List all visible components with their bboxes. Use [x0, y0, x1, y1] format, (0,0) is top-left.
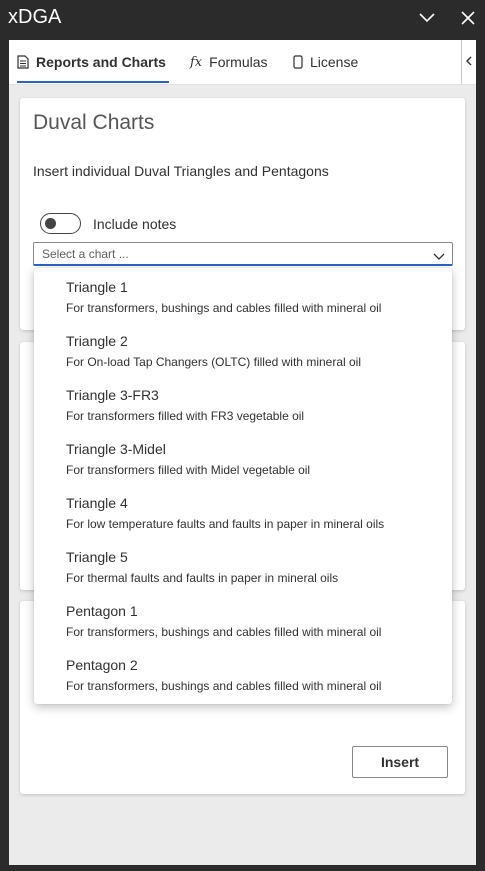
title-bar: xDGA [0, 0, 485, 40]
tab-label: License [310, 54, 359, 70]
option-triangle-2[interactable]: Triangle 2 For On-load Tap Changers (OLT… [34, 322, 452, 376]
include-notes-toggle[interactable] [40, 213, 81, 234]
option-triangle-3-fr3[interactable]: Triangle 3-FR3 For transformers filled w… [34, 376, 452, 430]
close-icon[interactable] [456, 6, 480, 30]
tab-formulas[interactable]: fx Formulas [190, 40, 268, 84]
chevron-down-icon [433, 248, 445, 266]
option-triangle-4[interactable]: Triangle 4 For low temperature faults an… [34, 484, 452, 538]
toggle-knob [45, 217, 56, 229]
option-title: Pentagon 2 [66, 657, 138, 673]
option-title: Triangle 2 [66, 333, 128, 349]
option-title: Triangle 4 [66, 495, 128, 511]
select-placeholder: Select a chart ... [42, 247, 129, 261]
chevron-left-icon [466, 53, 472, 71]
option-title: Triangle 1 [66, 279, 128, 295]
option-description: For transformers filled with Midel veget… [66, 463, 311, 477]
option-description: For transformers, bushings and cables fi… [66, 301, 382, 315]
option-title: Triangle 3-FR3 [66, 387, 159, 403]
option-description: For low temperature faults and faults in… [66, 517, 385, 531]
option-description: For transformers filled with FR3 vegetab… [66, 409, 305, 423]
minimize-chevron-icon[interactable] [415, 6, 439, 30]
chart-select-dropdown[interactable]: Select a chart ... [33, 242, 453, 266]
option-triangle-3-midel[interactable]: Triangle 3-Midel For transformers filled… [34, 430, 452, 484]
tab-license[interactable]: License [293, 40, 358, 84]
active-tab-indicator [17, 81, 169, 83]
fx-icon: fx [190, 54, 203, 70]
include-notes-label: Include notes [93, 216, 177, 232]
tab-bar: Reports and Charts fx Formulas License [9, 40, 476, 85]
app-title: xDGA [8, 6, 62, 28]
tab-label: Formulas [209, 54, 268, 70]
option-triangle-1[interactable]: Triangle 1 For transformers, bushings an… [34, 268, 452, 322]
option-title: Triangle 5 [66, 549, 128, 565]
option-pentagon-2[interactable]: Pentagon 2 For transformers, bushings an… [34, 646, 452, 700]
document-icon [17, 55, 29, 69]
card-description: Insert individual Duval Triangles and Pe… [33, 163, 329, 179]
option-description: For On-load Tap Changers (OLTC) filled w… [66, 355, 362, 369]
option-triangle-5[interactable]: Triangle 5 For thermal faults and faults… [34, 538, 452, 592]
insert-button[interactable]: Insert [352, 746, 448, 778]
option-title: Triangle 3-Midel [66, 441, 166, 457]
option-description: For thermal faults and faults in paper i… [66, 571, 339, 585]
option-description: For transformers, bushings and cables fi… [66, 625, 382, 639]
collapse-button[interactable] [461, 40, 476, 84]
tab-label: Reports and Charts [36, 54, 166, 70]
page-icon [293, 55, 303, 69]
tab-reports-and-charts[interactable]: Reports and Charts [17, 40, 169, 84]
card-title: Duval Charts [33, 111, 155, 134]
option-pentagon-1[interactable]: Pentagon 1 For transformers, bushings an… [34, 592, 452, 646]
option-description: For transformers, bushings and cables fi… [66, 679, 382, 693]
option-title: Pentagon 1 [66, 603, 138, 619]
chart-options-list: Triangle 1 For transformers, bushings an… [34, 268, 452, 704]
